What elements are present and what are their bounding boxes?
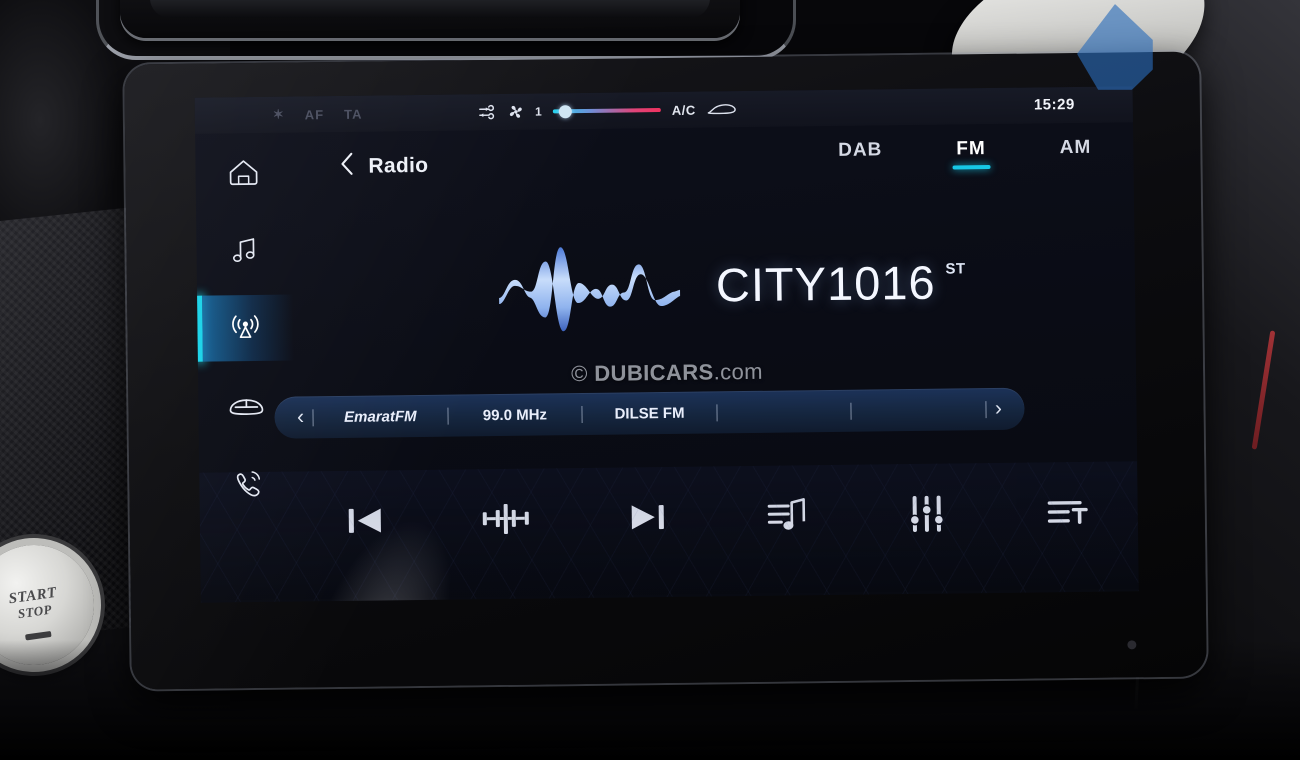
fan-icon[interactable] (508, 104, 524, 120)
chevron-left-icon (339, 152, 354, 181)
radio-header-bar: Radio DAB FM AM (291, 130, 1134, 198)
station-name: CITY1016 (715, 255, 936, 311)
watermark-brand: DUBICARS (594, 359, 714, 386)
ta-indicator: TA (343, 106, 363, 122)
preset-slot-2[interactable]: 99.0 MHz (448, 406, 582, 425)
music-note-icon (228, 234, 260, 266)
sidebar-item-media[interactable] (196, 211, 293, 290)
sidebar-item-radio[interactable] (197, 289, 294, 368)
infotainment-display[interactable]: ✶ AF TA 1 A/C 15:29 Radio DAB FM AM CITY… (194, 86, 1139, 603)
status-bar-left-indicators: ✶ AF TA (273, 106, 363, 123)
back-navigation[interactable]: Radio (339, 151, 428, 181)
chrome-trim-arc (96, 0, 796, 60)
air-recirculation-icon[interactable] (478, 104, 497, 121)
temperature-slider[interactable] (552, 105, 661, 119)
fan-level-value: 1 (535, 104, 542, 119)
radio-tower-icon (227, 311, 263, 345)
home-icon (226, 156, 260, 188)
preset-slot-3[interactable]: DILSE FM (583, 404, 717, 423)
tab-dab[interactable]: DAB (838, 139, 883, 171)
preset-divider (850, 402, 852, 420)
status-bar-right: 15:29 (1034, 96, 1075, 114)
stereo-badge: ST (945, 259, 966, 278)
bluetooth-icon: ✶ (272, 106, 285, 122)
car-icon (226, 392, 266, 420)
af-indicator: AF (304, 106, 325, 122)
preset-prev-button[interactable]: ‹ (288, 405, 312, 429)
tab-am[interactable]: AM (1060, 137, 1092, 168)
sidebar-item-home[interactable] (195, 133, 292, 212)
watermark-symbol: © (571, 360, 595, 387)
preset-slot-5[interactable] (852, 409, 986, 411)
ac-toggle[interactable]: A/C (672, 102, 696, 117)
preset-slot-4[interactable] (717, 411, 851, 413)
preset-next-button[interactable]: › (986, 397, 1010, 421)
clock: 15:29 (1033, 95, 1075, 114)
car-interior-scene: START STOP ✶ AF TA 1 A/C 15:29 Radio DAB… (0, 0, 1300, 760)
bezel-sensor-dot (1127, 640, 1137, 650)
windshield-defrost-icon[interactable] (707, 101, 737, 117)
preset-slot-1[interactable]: EmaratFM (313, 407, 447, 426)
preset-divider (716, 403, 718, 421)
tab-fm[interactable]: FM (956, 138, 986, 169)
audio-waveform-icon (496, 230, 682, 342)
watermark-tld: .com (713, 358, 764, 385)
start-stop-label: START STOP (0, 581, 95, 627)
now-playing-panel: CITY1016 ST (496, 214, 1118, 352)
page-title: Radio (368, 153, 429, 178)
climate-quick-controls: 1 A/C (478, 101, 737, 121)
status-bar: ✶ AF TA 1 A/C 15:29 (194, 86, 1134, 134)
preset-bar: ‹ EmaratFM 99.0 MHz DILSE FM › (274, 387, 1025, 439)
station-identity: CITY1016 ST (716, 254, 966, 312)
band-selector-tabs: DAB FM AM (838, 137, 1092, 171)
temperature-slider-knob[interactable] (558, 105, 572, 119)
dubicars-watermark: © DUBICARS.com (198, 354, 1136, 391)
infotainment-tablet: ✶ AF TA 1 A/C 15:29 Radio DAB FM AM CITY… (124, 51, 1207, 690)
phone-icon (231, 468, 263, 500)
